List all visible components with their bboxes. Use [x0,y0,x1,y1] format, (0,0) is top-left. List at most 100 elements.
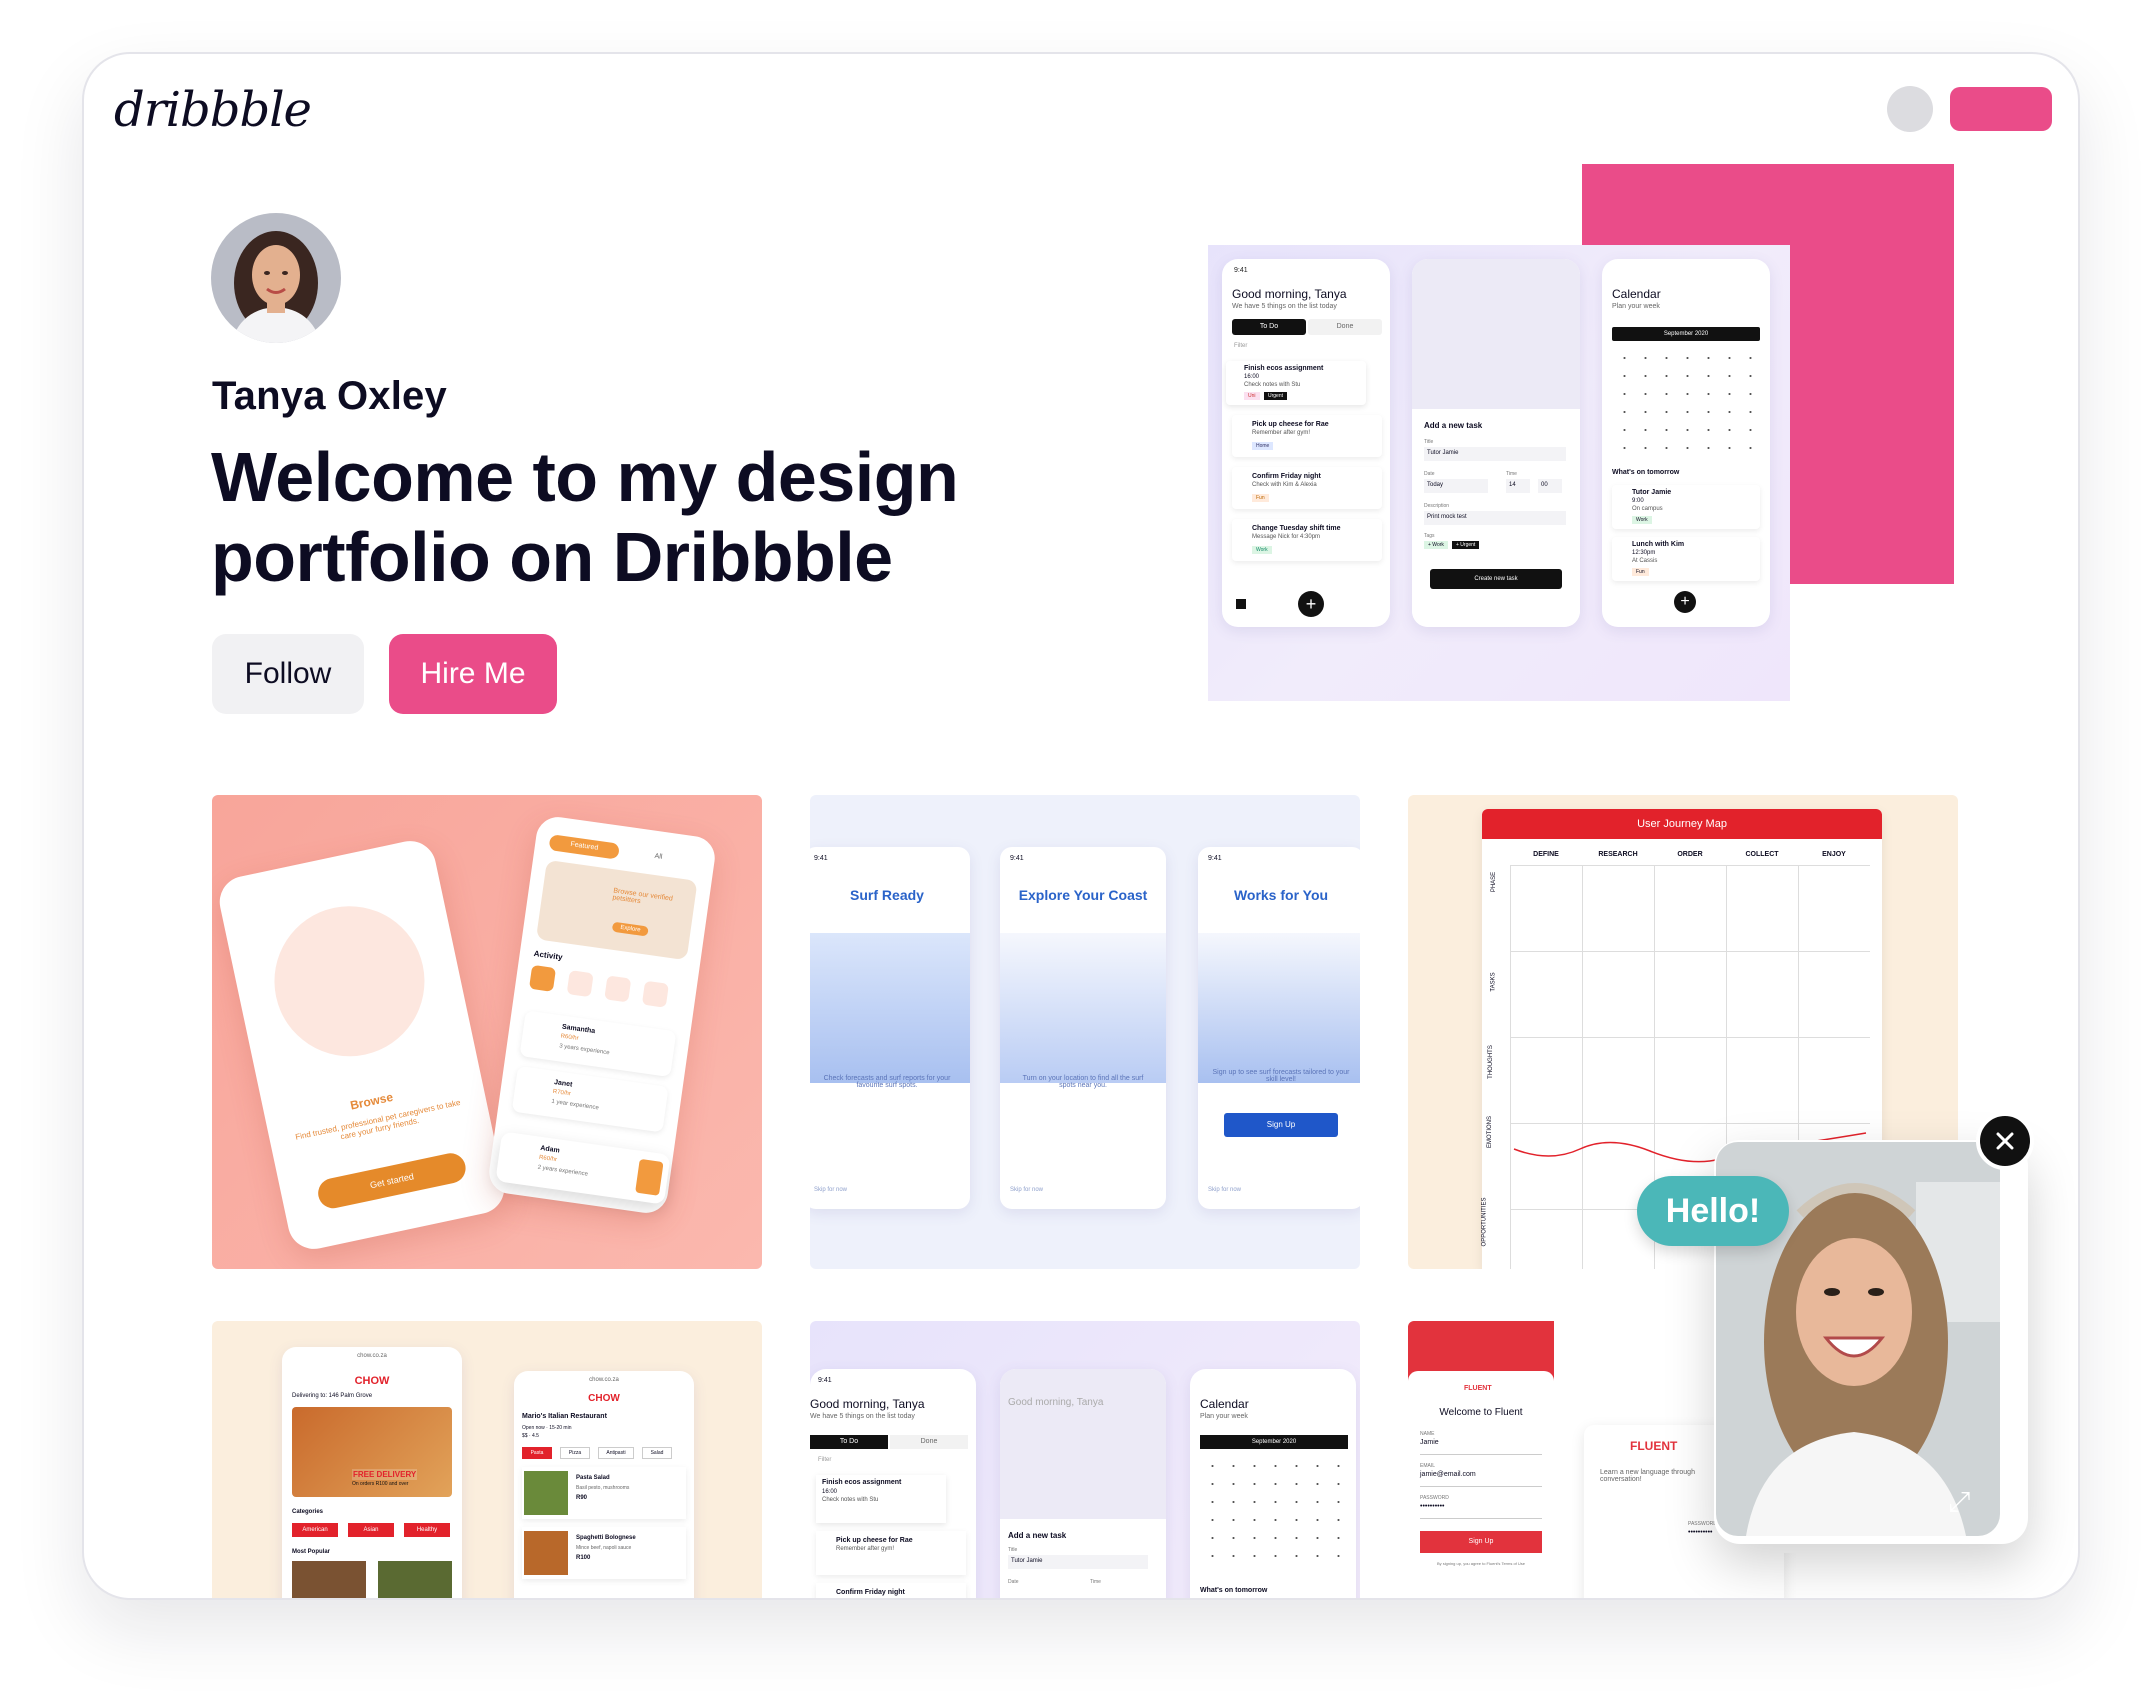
event-title: Tutor Jamie [1632,489,1672,496]
password-input[interactable]: •••••••••• [1420,1503,1542,1519]
minute-input[interactable]: 00 [1538,479,1562,493]
fluent-tagline: Learn a new language through conversatio… [1600,1469,1695,1483]
event-time: 12:30pm [1632,550,1656,556]
calendar-grid[interactable] [1614,349,1760,459]
shot-surf-onboarding[interactable]: 9:41 Surf Ready Check forecasts and surf… [810,795,1360,1269]
hour-input[interactable]: 14 [1506,479,1530,493]
task-time: 16:00 [822,1489,838,1495]
dish-card[interactable]: Spaghetti Bolognese Mince beef, napoli s… [522,1527,686,1579]
event-card[interactable]: Tutor Jamie 9:00 On campus Work [1612,485,1760,529]
menu-tab[interactable]: Salad [642,1447,672,1459]
task-card[interactable]: Confirm Friday night Check with Kim & Al… [1232,467,1382,509]
fluent-signup-card: FLUENT Welcome to Fluent NAME Jamie EMAI… [1408,1371,1554,1598]
create-task-button[interactable]: Create new task [1430,569,1562,589]
tag-chip[interactable]: + Work [1424,541,1448,549]
tab-todo[interactable]: To Do [810,1435,888,1449]
expand-icon[interactable]: ⤢ [1948,1486,1970,1519]
browser-window: dribbble Tanya Oxley Welcome to my desig… [82,52,2080,1600]
date-select[interactable]: Today [1424,479,1488,493]
description-input[interactable]: Print mock test [1424,511,1566,525]
dish-card[interactable]: Pasta Salad Basil pesto, mushrooms R90 [522,1467,686,1519]
header-action-button[interactable] [1950,87,2052,131]
sitters-banner[interactable]: Browse our verified petsitters Explore [535,859,698,961]
hero-shot-todo-app[interactable]: 9:41 Good morning, Tanya We have 5 thing… [1208,245,1790,701]
name-input[interactable]: Jamie [1420,1439,1542,1455]
task-card[interactable]: Pick up cheese for Rae Remember after gy… [1232,415,1382,457]
task-card[interactable]: Finish ecos assignment 16:00 Check notes… [816,1475,946,1523]
tab-all[interactable]: All [654,853,663,861]
follow-button[interactable]: Follow [212,634,364,714]
menu-tab[interactable]: Pizza [560,1447,590,1459]
get-started-button[interactable]: Get started [315,1150,469,1212]
month-header[interactable]: September 2020 [1612,327,1760,341]
task-card[interactable]: Confirm Friday night [816,1583,966,1598]
task-time: 16:00 [1244,374,1260,380]
dribbble-logo[interactable]: dribbble [114,82,312,138]
shot-chow-food-app[interactable]: chow.co.za CHOW Delivering to: 146 Palm … [212,1321,762,1598]
task-title: Confirm Friday night [1252,473,1321,480]
fluent-sign-up-button[interactable]: Sign Up [1420,1531,1542,1553]
add-event-icon[interactable]: + [1674,591,1696,613]
tab-done[interactable]: Done [890,1435,968,1449]
event-title: Lunch with Kim [1632,541,1685,548]
surf-screen-2: 9:41 Explore Your Coast Turn on your loc… [1000,847,1166,1209]
shot-pet-sitting-app[interactable]: Browse Find trusted, professional pet ca… [212,795,762,1269]
skip-link[interactable]: Skip for now [1208,1187,1241,1193]
event-place: At Cassis [1632,558,1658,564]
tag-chip[interactable]: + Urgent [1452,541,1480,549]
filter-label[interactable]: Filter [818,1457,831,1463]
trainers-icon[interactable] [604,975,632,1003]
event-card[interactable]: Lunch with Kim 12:30pm At Cassis Fun [1612,537,1760,581]
row-tasks: TASKS [1490,972,1497,992]
sitter-card[interactable]: Janet R70/hr 1 year experience [511,1065,669,1133]
calendar-phone: Calendar Plan your week September 2020 W… [1190,1369,1356,1598]
terms-text[interactable]: By signing up, you agree to Fluent's Ter… [1420,1561,1542,1566]
category-chip[interactable]: Asian [348,1523,394,1537]
title-label: Title [1008,1547,1018,1553]
task-card[interactable]: Finish ecos assignment 16:00 Check notes… [1226,361,1366,405]
month-header[interactable]: September 2020 [1200,1435,1348,1449]
skip-link[interactable]: Skip for now [1010,1187,1043,1193]
play-dates-icon[interactable] [641,980,669,1008]
category-chip[interactable]: American [292,1523,338,1537]
tab-todo[interactable]: To Do [1232,319,1306,335]
petsitters-icon[interactable] [528,964,557,992]
task-card[interactable]: Change Tuesday shift time Message Nick f… [1232,519,1382,561]
promo-banner[interactable]: FREE DELIVERY On orders R100 and over [292,1407,452,1497]
task-card[interactable]: Pick up cheese for Rae Remember after gy… [816,1531,966,1575]
tab-featured[interactable]: Featured [548,834,620,860]
title-input[interactable]: Tutor Jamie [1008,1555,1148,1569]
shot-todo-app-2[interactable]: 9:41 Good morning, Tanya We have 5 thing… [810,1321,1360,1598]
hire-me-button[interactable]: Hire Me [389,634,557,714]
sign-up-button[interactable]: Sign Up [1224,1113,1338,1137]
task-tag: Uni [1244,392,1260,400]
category-chip[interactable]: Healthy [404,1523,450,1537]
status-time: 9:41 [1208,855,1222,862]
chat-icon[interactable] [635,1158,664,1196]
close-icon[interactable] [1976,1112,2034,1170]
screen-text: Turn on your location to find all the su… [1022,1075,1144,1089]
hello-speech-bubble: Hello! [1637,1176,1789,1246]
greeting: Good morning, Tanya [1232,287,1347,301]
home-icon[interactable] [1236,599,1246,609]
calendar-sub: Plan your week [1200,1413,1248,1420]
menu-tab[interactable]: Pasta [522,1447,552,1459]
task-note: Check notes with Stu [1244,382,1301,388]
title-input[interactable]: Tutor Jamie [1424,447,1566,461]
menu-tab[interactable]: Antipasti [598,1447,634,1459]
dish-image [524,1471,568,1515]
profile-name: Tanya Oxley [212,374,447,418]
calendar-grid[interactable] [1202,1457,1348,1557]
skip-link[interactable]: Skip for now [814,1187,847,1193]
tab-done[interactable]: Done [1308,319,1382,335]
popular-item-image[interactable] [292,1561,366,1598]
popular-item-image[interactable] [378,1561,452,1598]
chow-restaurant-phone: chow.co.za CHOW Mario's Italian Restaura… [514,1371,694,1598]
email-input[interactable]: jamie@email.com [1420,1471,1542,1487]
add-task-icon[interactable]: + [1298,591,1324,617]
sitter-card[interactable]: Samantha R60/hr 3 years experience [519,1010,677,1078]
filter-label[interactable]: Filter [1234,343,1247,349]
explore-button[interactable]: Explore [611,921,650,937]
user-avatar-placeholder[interactable] [1887,86,1933,132]
dog-walkers-icon[interactable] [566,970,594,998]
